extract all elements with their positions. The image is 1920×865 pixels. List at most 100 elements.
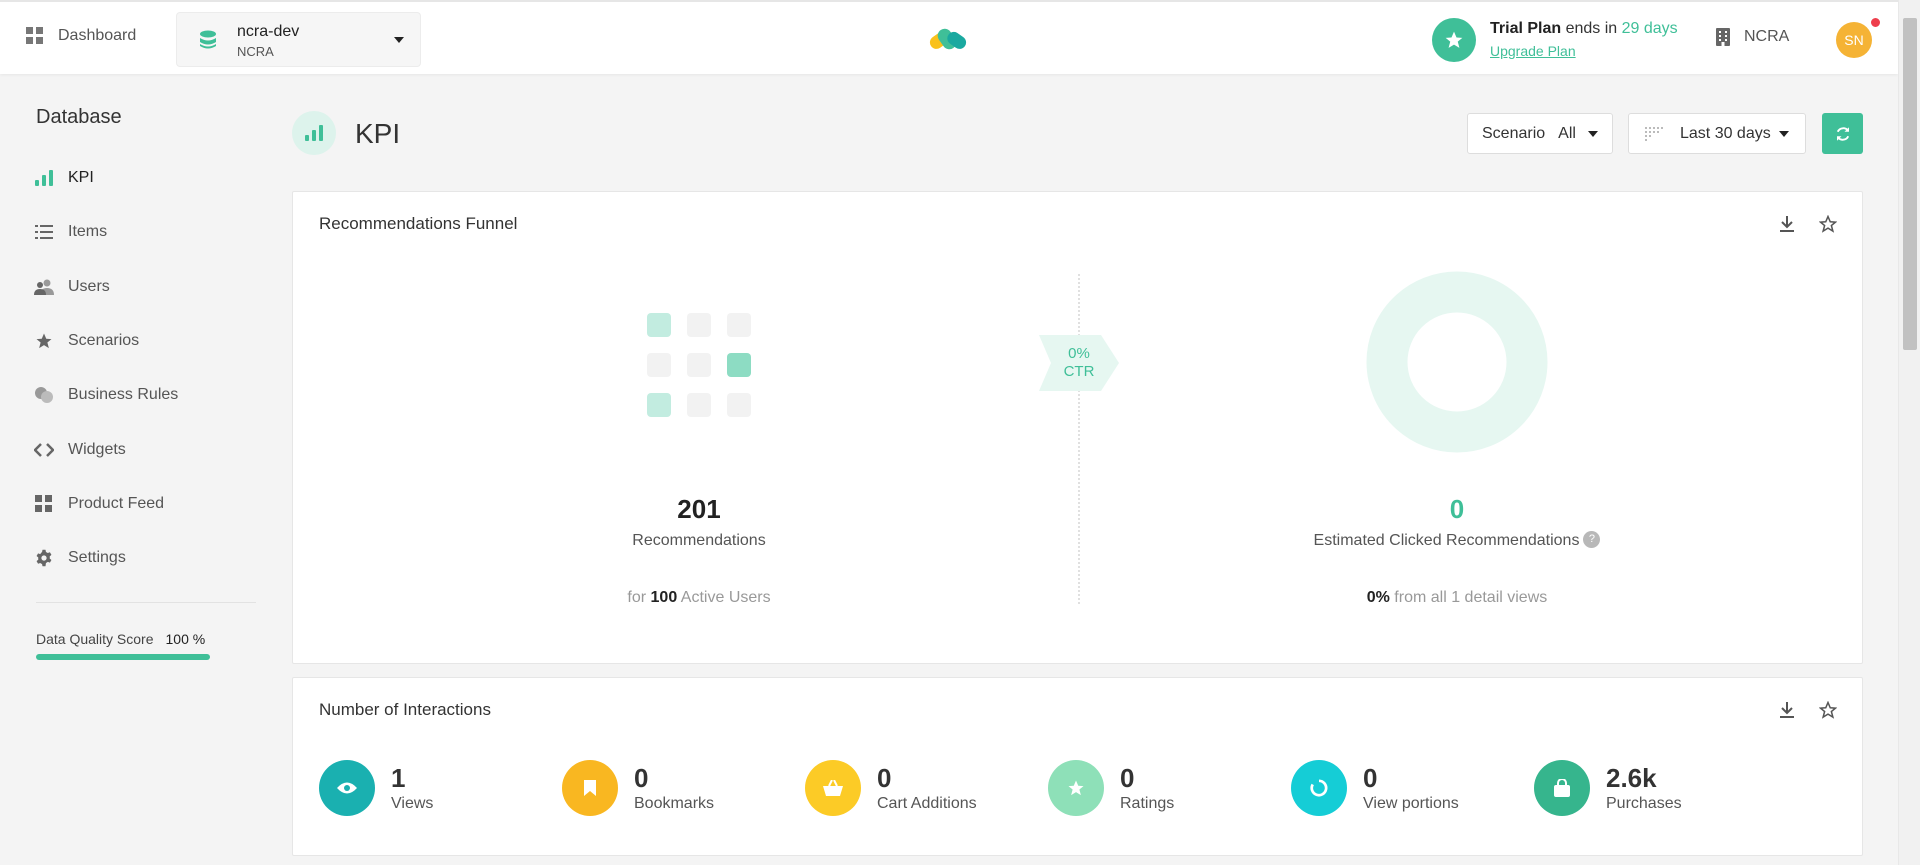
detail-views-percent: 0% [1366,589,1390,606]
users-icon [34,277,54,297]
data-quality-value: 100 % [165,631,206,647]
metric-value: 0 [634,763,649,793]
avatar[interactable]: SN [1836,22,1872,58]
ctr-value: 0% [1068,345,1090,362]
app-logo[interactable] [928,26,968,52]
metric-label: Views [391,795,434,812]
sidebar-divider [36,602,256,603]
sidebar-item-business-rules[interactable]: Business Rules [34,380,178,410]
download-icon [1780,702,1794,718]
star-icon [1432,18,1476,62]
metric-label: Bookmarks [634,795,715,812]
sidebar-item-label: KPI [68,169,94,186]
metric-label: Purchases [1606,795,1682,812]
metric-value: 0 [877,763,892,793]
page-scrollbar[interactable] [1898,0,1920,865]
download-button[interactable] [1775,698,1799,722]
recommendations-funnel-card: Recommendations Funnel 201 Recommendatio… [292,191,1863,664]
metric-label: View portions [1363,795,1459,812]
sidebar-item-widgets[interactable]: Widgets [34,435,126,465]
calendar-icon [1645,127,1663,141]
star-outline-icon [1819,701,1837,719]
metric-value: 2.6k [1606,763,1657,793]
scrollbar-thumb[interactable] [1903,18,1917,350]
download-icon [1780,216,1794,232]
metric-purchases: 2.6k Purchases [1534,760,1682,816]
caret-down-icon [1588,131,1598,137]
active-users-count: 100 [650,589,678,606]
sidebar-item-label: Users [68,278,110,295]
favorite-button[interactable] [1816,698,1840,722]
data-quality-bar [36,654,210,660]
card-title: Number of Interactions [319,700,491,719]
card-title: Recommendations Funnel [319,214,518,233]
sidebar-item-label: Items [68,223,108,240]
sidebar-item-label: Scenarios [68,332,140,349]
funnel-divider [1078,274,1080,604]
dashboard-label: Dashboard [58,27,137,44]
metric-view-portions: 0 View portions [1291,760,1459,816]
recommendations-grid-illustration [647,313,757,423]
data-quality-score: Data Quality Score 100 % [36,631,205,647]
sidebar-item-label: Business Rules [68,386,179,403]
sidebar-item-kpi[interactable]: KPI [34,163,94,193]
active-users-suffix: Active Users [677,589,771,606]
trial-plan-label: Trial Plan [1490,20,1562,37]
database-icon [199,30,217,50]
upgrade-plan-link[interactable]: Upgrade Plan [1490,40,1678,62]
help-icon[interactable]: ? [1583,530,1601,548]
database-selector[interactable]: ncra-dev NCRA [176,12,421,67]
grid-icon [34,494,54,514]
kpi-header-icon [292,111,336,155]
data-quality-label: Data Quality Score [36,631,154,647]
bookmark-icon [562,760,618,816]
date-range-value: Last 30 days [1680,125,1771,142]
sidebar-item-label: Product Feed [68,495,165,512]
scenario-value: All [1558,124,1576,142]
bag-icon [1534,760,1590,816]
interactions-card: Number of Interactions 1 Views 0 Bookmarks… [292,677,1863,856]
sidebar-item-items[interactable]: Items [34,217,107,247]
building-icon [1716,28,1730,46]
star-outline-icon [1819,215,1837,233]
bar-chart-icon [34,168,54,188]
refresh-icon [1834,125,1852,143]
metric-value: 1 [391,763,406,793]
scenario-select[interactable]: Scenario All [1467,113,1613,154]
portion-icon [1291,760,1347,816]
active-users-note: for 100 Active Users [499,589,899,607]
circles-icon [34,385,54,405]
clicked-count: 0 [1449,494,1465,524]
trial-info: Trial Plan ends in 29 days Upgrade Plan [1432,18,1678,62]
sidebar-item-scenarios[interactable]: Scenarios [34,326,139,356]
database-org: NCRA [237,44,274,59]
metric-cart-additions: 0 Cart Additions [805,760,977,816]
eye-icon [319,760,375,816]
top-bar: Dashboard ncra-dev NCRA Trial Plan ends … [0,0,1898,74]
clicked-label-row: Estimated Clicked Recommendations? [1257,530,1657,550]
active-users-prefix: for [627,589,651,606]
trial-ends-label: ends in [1561,20,1622,37]
sidebar-title: Database [36,106,122,128]
page-title: KPI [355,118,401,149]
sidebar-item-users[interactable]: Users [34,272,110,302]
metric-label: Ratings [1120,795,1175,812]
clicked-label: Estimated Clicked Recommendations [1313,532,1580,549]
download-button[interactable] [1775,212,1799,236]
caret-down-icon [394,37,404,43]
recommendations-label: Recommendations [632,532,766,549]
metric-label: Cart Additions [877,795,977,812]
clicked-donut-chart [1366,271,1548,453]
caret-down-icon [1779,131,1789,137]
metric-bookmarks: 0 Bookmarks [562,760,714,816]
favorite-button[interactable] [1816,212,1840,236]
metric-ratings: 0 Ratings [1048,760,1174,816]
dashboard-link[interactable]: Dashboard [26,27,136,45]
sidebar-item-product-feed[interactable]: Product Feed [34,489,164,519]
metric-value: 0 [1120,763,1135,793]
code-icon [34,440,54,460]
organization-switcher[interactable]: NCRA [1716,28,1789,46]
refresh-button[interactable] [1822,113,1863,154]
date-range-select[interactable]: Last 30 days [1628,113,1806,154]
sidebar-item-settings[interactable]: Settings [34,543,126,573]
